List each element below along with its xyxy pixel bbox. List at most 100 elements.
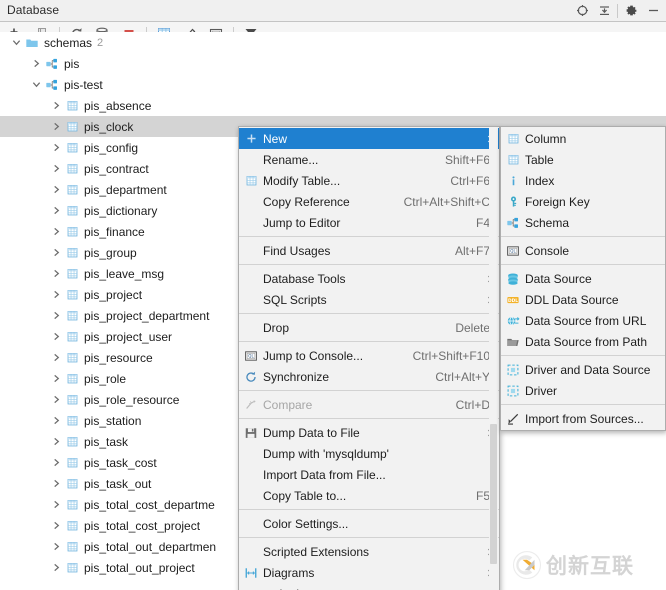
gear-icon[interactable]	[620, 0, 642, 21]
tree-expand-arrow-icon[interactable]	[50, 158, 63, 179]
menu-item-dump-data-to-file[interactable]: Dump Data to File	[239, 422, 499, 443]
menu-scrollbar[interactable]	[489, 128, 498, 590]
tree-expand-arrow-icon[interactable]	[50, 305, 63, 326]
tree-node-label: pis_station	[81, 414, 141, 428]
menu-item-column[interactable]: Column	[501, 128, 665, 149]
menu-item-schema[interactable]: Schema	[501, 212, 665, 233]
tree-expand-arrow-icon[interactable]	[50, 389, 63, 410]
menu-item-icon	[501, 380, 525, 401]
tree-node-table-icon	[63, 95, 81, 116]
menu-item-drop[interactable]: DropDelete	[239, 317, 499, 338]
menu-item-label: Find Usages	[263, 244, 455, 258]
menu-item-compare[interactable]: CompareCtrl+D	[239, 394, 499, 415]
tree-expand-arrow-icon[interactable]	[50, 347, 63, 368]
app-root: Database	[0, 0, 666, 590]
menu-item-icon	[239, 289, 263, 310]
menu-item-index[interactable]: Index	[501, 170, 665, 191]
new-submenu[interactable]: ColumnTable Index Foreign KeySchema QLConso…	[500, 126, 666, 431]
menu-item-data-source-from-url[interactable]: Data Source from URL	[501, 310, 665, 331]
menu-item-label: Color Settings...	[263, 517, 499, 531]
menu-item-jump-to-editor[interactable]: Jump to EditorF4	[239, 212, 499, 233]
tree-expand-arrow-icon[interactable]	[50, 410, 63, 431]
menu-item-driver-and-data-source[interactable]: Driver and Data Source	[501, 359, 665, 380]
tree-expand-arrow-icon[interactable]	[50, 431, 63, 452]
menu-item-copy-table-to[interactable]: Copy Table to...F5	[239, 485, 499, 506]
menu-item-color-settings[interactable]: Color Settings...	[239, 513, 499, 534]
tree-node-table-icon	[63, 494, 81, 515]
tree-expand-arrow-icon[interactable]	[50, 179, 63, 200]
tree-row[interactable]: pis-test	[0, 74, 666, 95]
tree-expand-arrow-icon[interactable]	[50, 557, 63, 575]
menu-item-icon	[239, 443, 263, 464]
hide-icon[interactable]	[642, 0, 664, 21]
tree-node-label: pis_absence	[81, 99, 151, 113]
menu-item-find-usages[interactable]: Find UsagesAlt+F7	[239, 240, 499, 261]
tree-row[interactable]: schemas2	[0, 32, 666, 53]
menu-item-data-source-from-path[interactable]: Data Source from Path	[501, 331, 665, 352]
tree-node-table-icon	[63, 431, 81, 452]
menu-item-rename[interactable]: Rename...Shift+F6	[239, 149, 499, 170]
menu-item-label: Modify Table...	[263, 174, 450, 188]
menu-item-label: Synchronize	[263, 370, 435, 384]
menu-item-table[interactable]: Table	[501, 149, 665, 170]
tree-expand-arrow-icon[interactable]	[50, 326, 63, 347]
tree-expand-arrow-icon[interactable]	[50, 368, 63, 389]
menu-item-sql-scripts[interactable]: SQL Scripts	[239, 289, 499, 310]
tree-expand-arrow-icon[interactable]	[50, 242, 63, 263]
tree-expand-arrow-icon[interactable]	[30, 53, 43, 74]
menu-item-icon	[239, 464, 263, 485]
menu-item-console[interactable]: QLConsole	[501, 240, 665, 261]
menu-scrollbar-thumb[interactable]	[490, 424, 497, 564]
tree-node-label: pis_config	[81, 141, 138, 155]
tree-expand-arrow-icon[interactable]	[50, 284, 63, 305]
tree-node-table-icon	[63, 389, 81, 410]
tree-expand-arrow-icon[interactable]	[50, 221, 63, 242]
tree-node-table-icon	[63, 536, 81, 557]
tree-expand-arrow-icon[interactable]	[50, 137, 63, 158]
tree-expand-arrow-icon[interactable]	[10, 32, 23, 53]
tree-expand-arrow-icon[interactable]	[50, 452, 63, 473]
menu-item-dump-with-mysqldump[interactable]: Dump with 'mysqldump'	[239, 443, 499, 464]
tree-expand-arrow-icon[interactable]	[50, 116, 63, 137]
menu-item-icon	[239, 541, 263, 562]
tree-expand-arrow-icon[interactable]	[50, 536, 63, 557]
svg-text:DDL: DDL	[508, 297, 518, 303]
menu-item-new[interactable]: New	[239, 128, 499, 149]
menu-item-driver[interactable]: Driver	[501, 380, 665, 401]
tree-expand-arrow-icon[interactable]	[50, 494, 63, 515]
menu-item-icon	[239, 562, 263, 583]
menu-item-diagrams[interactable]: Diagrams	[239, 562, 499, 583]
menu-item-ddl-data-source[interactable]: DDLDDL Data Source	[501, 289, 665, 310]
tree-expand-arrow-icon[interactable]	[50, 95, 63, 116]
tree-expand-arrow-icon[interactable]	[50, 473, 63, 494]
menu-item-scripted-extensions[interactable]: Scripted Extensions	[239, 541, 499, 562]
tree-expand-arrow-icon[interactable]	[30, 74, 43, 95]
tree-node-label: pis_role_resource	[81, 393, 179, 407]
tree-expand-arrow-icon[interactable]	[50, 263, 63, 284]
menu-item-import-data-from-file[interactable]: Import Data from File...	[239, 464, 499, 485]
menu-item-icon	[239, 128, 263, 149]
menu-item-jump-to-console[interactable]: QLJump to Console...Ctrl+Shift+F10	[239, 345, 499, 366]
tree-row[interactable]: pis	[0, 53, 666, 74]
menu-item-data-source[interactable]: Data Source	[501, 268, 665, 289]
menu-item-mabatis-generate[interactable]: mabatis-generate	[239, 583, 499, 590]
collapse-all-icon[interactable]	[593, 0, 615, 21]
menu-item-icon	[501, 408, 525, 429]
menu-item-database-tools[interactable]: Database Tools	[239, 268, 499, 289]
tree-node-count: 2	[92, 37, 103, 49]
tree-row[interactable]: pis_absence	[0, 95, 666, 116]
menu-item-icon	[239, 268, 263, 289]
menu-item-foreign-key[interactable]: Foreign Key	[501, 191, 665, 212]
menu-item-import-from-sources[interactable]: Import from Sources...	[501, 408, 665, 429]
tree-expand-arrow-icon[interactable]	[50, 200, 63, 221]
menu-item-label: Index	[525, 174, 665, 188]
locate-icon[interactable]	[571, 0, 593, 21]
menu-item-label: New	[263, 132, 499, 146]
menu-item-synchronize[interactable]: SynchronizeCtrl+Alt+Y	[239, 366, 499, 387]
menu-item-modify-table[interactable]: Modify Table...Ctrl+F6	[239, 170, 499, 191]
menu-item-icon	[239, 485, 263, 506]
tree-expand-arrow-icon[interactable]	[50, 515, 63, 536]
menu-item-copy-reference[interactable]: Copy ReferenceCtrl+Alt+Shift+C	[239, 191, 499, 212]
context-menu[interactable]: New Rename...Shift+F6Modify Table...Ctrl+…	[238, 126, 500, 590]
tree-node-label: pis_project	[81, 288, 142, 302]
